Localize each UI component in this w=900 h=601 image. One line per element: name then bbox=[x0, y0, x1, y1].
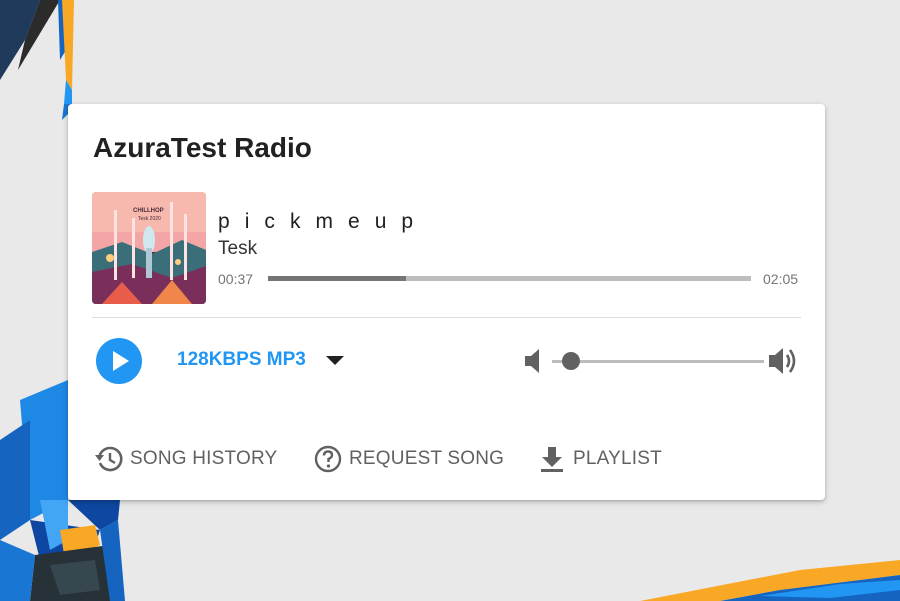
song-title: p i c k m e u p bbox=[218, 210, 418, 233]
playlist-button[interactable]: PLAYLIST bbox=[537, 442, 662, 476]
play-button[interactable] bbox=[96, 338, 142, 384]
request-song-label: REQUEST SONG bbox=[349, 448, 505, 469]
divider bbox=[92, 317, 801, 318]
album-art-caption: Tesk 2020 bbox=[138, 216, 161, 222]
progress-bar bbox=[268, 276, 751, 281]
album-art: CHILLHOP Tesk 2020 bbox=[92, 192, 206, 304]
play-icon bbox=[113, 351, 129, 371]
help-circle-icon bbox=[314, 445, 342, 473]
request-song-button[interactable]: REQUEST SONG bbox=[313, 442, 504, 476]
chevron-down-icon[interactable] bbox=[326, 356, 344, 366]
progress-fill bbox=[268, 276, 406, 281]
volume-slider-track[interactable] bbox=[552, 360, 764, 363]
time-elapsed: 00:37 bbox=[218, 271, 254, 287]
history-icon bbox=[95, 446, 123, 472]
radio-player-card: AzuraTest Radio CHILLHOP Tesk 2020 p i c… bbox=[68, 104, 825, 500]
song-artist: Tesk bbox=[218, 238, 258, 259]
playlist-label: PLAYLIST bbox=[573, 448, 662, 469]
stream-select[interactable]: 128KBPS MP3 bbox=[177, 349, 306, 371]
station-title: AzuraTest Radio bbox=[93, 132, 312, 163]
volume-slider-handle[interactable] bbox=[561, 352, 580, 370]
album-art-brand: CHILLHOP bbox=[133, 208, 164, 214]
song-history-button[interactable]: SONG HISTORY bbox=[94, 442, 277, 476]
volume-max-icon[interactable] bbox=[767, 346, 799, 376]
time-total: 02:05 bbox=[763, 271, 799, 287]
download-icon bbox=[541, 447, 563, 472]
volume-mute-icon[interactable] bbox=[523, 348, 543, 374]
song-history-label: SONG HISTORY bbox=[130, 448, 278, 469]
